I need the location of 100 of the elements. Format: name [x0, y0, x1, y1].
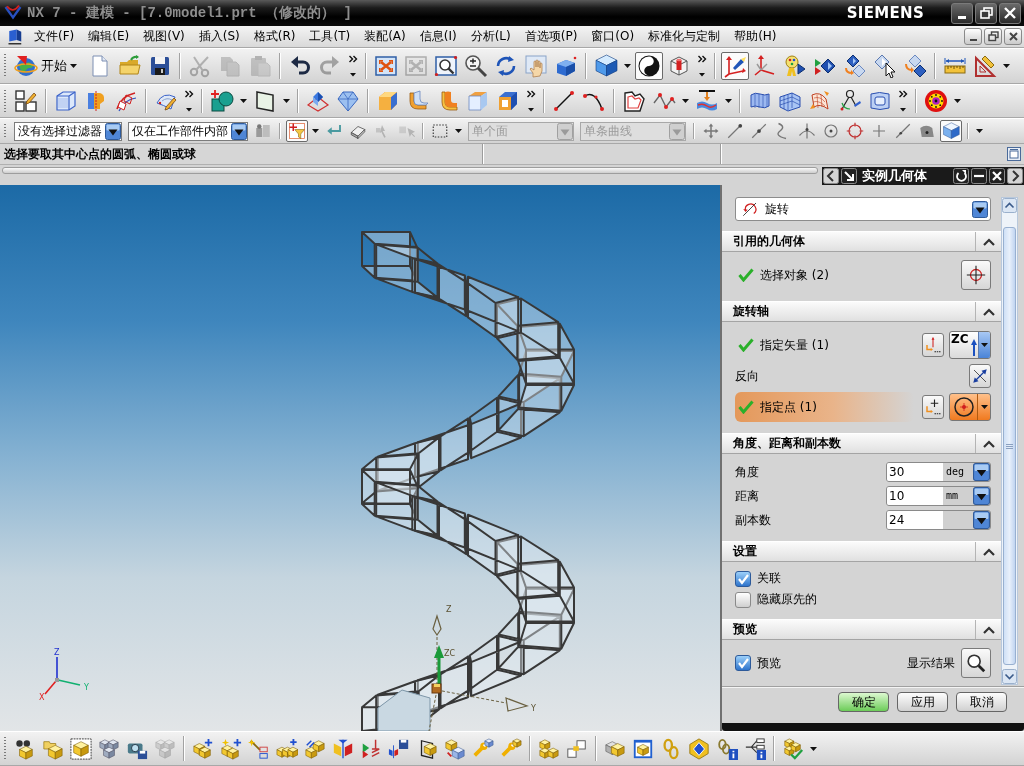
checkbox-label[interactable]: 预览	[757, 654, 781, 672]
window-title: NX 7 - 建模 - [7.0model1.prt （修改的） ]	[27, 4, 352, 22]
restore-button[interactable]	[984, 28, 1002, 45]
menu-item[interactable]: 文件(F)	[27, 28, 82, 45]
section-header[interactable]: 预览	[722, 619, 1001, 640]
menu-item[interactable]: 帮助(H)	[727, 28, 784, 45]
caret-icon[interactable]	[1003, 64, 1010, 68]
checkbox[interactable]	[735, 570, 751, 587]
caret-icon[interactable]	[624, 64, 631, 68]
menu-item[interactable]: 装配(A)	[357, 28, 413, 45]
diamond-tile-icon[interactable]	[686, 735, 712, 762]
axis-label: Z	[54, 648, 60, 657]
rotation-icon	[741, 200, 759, 218]
square-circle-icon[interactable]	[208, 87, 236, 115]
sketch-icon[interactable]	[12, 87, 40, 115]
select-object-button[interactable]	[961, 260, 991, 290]
arrow-up-icon	[969, 338, 978, 356]
scrollbar[interactable]	[1001, 197, 1018, 685]
show-result-button[interactable]	[961, 648, 991, 678]
selection-step[interactable]: 指定矢量 (1)	[735, 330, 914, 360]
point-dialog-button[interactable]	[922, 395, 944, 419]
double-chevron-icon[interactable]	[184, 88, 194, 114]
minimize-icon[interactable]	[971, 168, 987, 184]
dropdown[interactable]: 仅在工作部件内部	[128, 121, 248, 141]
panel-icon[interactable]	[1007, 147, 1021, 161]
checkbox[interactable]	[735, 655, 751, 671]
double-chevron-icon[interactable]	[697, 53, 707, 79]
caret-icon[interactable]	[810, 746, 817, 751]
number-field[interactable]: 24	[886, 510, 991, 530]
caret-icon[interactable]	[240, 99, 247, 103]
funnel-icon[interactable]	[286, 120, 308, 142]
caret-icon[interactable]	[682, 99, 689, 103]
restore-icon	[987, 31, 999, 42]
reverse-direction-button[interactable]	[969, 364, 991, 388]
field-label: 距离	[735, 487, 759, 505]
chevron-right-icon[interactable]	[1007, 168, 1023, 184]
number-field[interactable]: 30 deg	[886, 462, 991, 482]
vector-dropdown[interactable]: ZC	[949, 331, 991, 359]
axis-label: Y	[84, 683, 89, 692]
ring-icon[interactable]	[922, 87, 950, 115]
menu-item[interactable]: 工具(T)	[302, 28, 358, 45]
caret-icon[interactable]	[312, 129, 319, 133]
scroll-thumb[interactable]	[1003, 227, 1016, 665]
vector-icon	[924, 336, 942, 354]
caret-icon[interactable]	[283, 99, 290, 103]
start-button[interactable]: 开始	[12, 52, 81, 80]
checkbox-label[interactable]: 隐藏原先的	[757, 591, 817, 608]
menu-item[interactable]: 信息(I)	[412, 28, 464, 45]
yin-yang-icon[interactable]	[635, 52, 663, 80]
checkbox[interactable]	[735, 591, 751, 608]
number-field[interactable]: 10 mm	[886, 486, 991, 506]
selection-step[interactable]: 选择对象 (2)	[735, 260, 953, 290]
field-label: 角度	[735, 463, 759, 481]
close-icon[interactable]	[989, 168, 1005, 184]
caret-icon[interactable]	[976, 129, 983, 133]
reset-icon[interactable]	[953, 168, 969, 184]
caret-icon[interactable]	[455, 129, 462, 133]
chevron-down-icon[interactable]	[1002, 669, 1017, 684]
menu-item[interactable]: 首选项(P)	[517, 28, 585, 45]
cube-icon[interactable]	[940, 120, 962, 142]
restore-button[interactable]	[975, 2, 997, 24]
section-header[interactable]: 旋转轴	[722, 301, 1001, 322]
menu-item[interactable]: 格式(R)	[246, 28, 303, 45]
menu-item[interactable]: 窗口(O)	[584, 28, 642, 45]
axes-icon[interactable]	[721, 52, 749, 80]
caret-icon[interactable]	[725, 99, 732, 103]
ok-button[interactable]: 确定	[838, 692, 889, 712]
quadrant-icon[interactable]	[844, 120, 866, 142]
arrow-icon[interactable]	[841, 168, 857, 184]
double-chevron-icon[interactable]	[526, 88, 536, 114]
section-header[interactable]: 引用的几何体	[722, 231, 1001, 252]
minimize-button[interactable]	[951, 2, 973, 24]
apply-button[interactable]: 应用	[897, 692, 948, 712]
caret-icon[interactable]	[954, 99, 961, 103]
menu-item[interactable]: 插入(S)	[191, 28, 247, 45]
app-logo-icon	[4, 4, 22, 22]
close-button[interactable]	[1004, 28, 1022, 45]
close-button[interactable]	[999, 2, 1021, 24]
type-dropdown[interactable]: 旋转	[735, 197, 991, 221]
double-chevron-icon[interactable]	[348, 53, 358, 79]
menu-item[interactable]: 标准化与定制	[641, 28, 728, 45]
menu-item[interactable]: 分析(L)	[463, 28, 518, 45]
checkbox-label[interactable]: 关联	[757, 570, 781, 587]
selection-step[interactable]: 指定点 (1)	[735, 392, 914, 422]
section-header[interactable]: 角度、距离和副本数	[722, 433, 1001, 454]
vector-dialog-button[interactable]	[922, 333, 944, 357]
framed-cube-icon[interactable]	[68, 735, 94, 762]
cube-icon[interactable]	[592, 52, 620, 80]
restore-icon	[979, 7, 993, 19]
chevron-left-icon[interactable]	[823, 168, 839, 184]
menu-item[interactable]: 视图(V)	[136, 28, 192, 45]
zoom-icon[interactable]	[462, 52, 490, 80]
double-chevron-icon[interactable]	[898, 88, 908, 114]
menu-item[interactable]: 编辑(E)	[81, 28, 137, 45]
minimize-button[interactable]	[964, 28, 982, 45]
cancel-button[interactable]: 取消	[956, 692, 1007, 712]
section-header[interactable]: 设置	[722, 541, 1001, 562]
chevron-up-icon[interactable]	[1002, 198, 1017, 213]
point-dropdown[interactable]	[949, 393, 991, 421]
dropdown[interactable]: 没有选择过滤器	[14, 121, 122, 141]
